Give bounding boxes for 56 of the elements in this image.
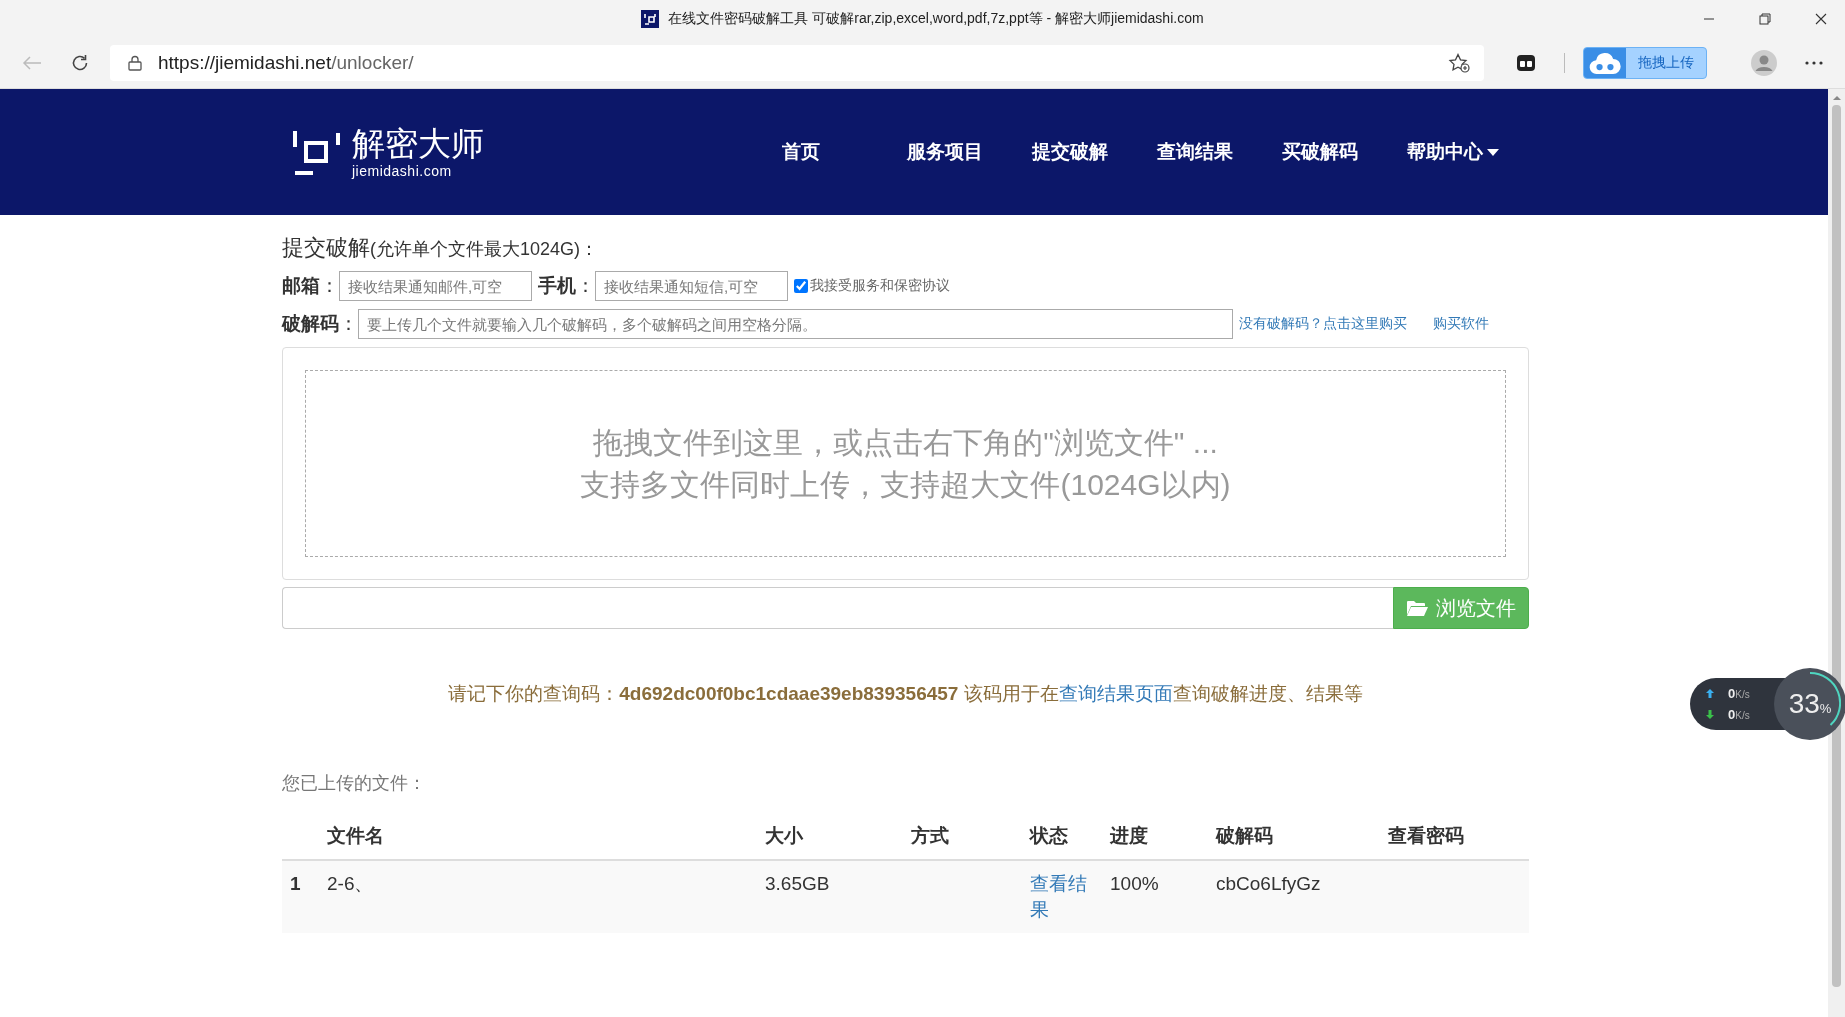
agreement-checkbox[interactable] xyxy=(794,279,808,293)
cloud-icon xyxy=(1584,48,1626,78)
close-icon[interactable] xyxy=(1815,13,1827,25)
nav-link[interactable]: 查询结果 xyxy=(1157,139,1282,165)
up-arrow-icon xyxy=(1706,689,1714,698)
email-field[interactable]: 接收结果通知邮件,可空 xyxy=(339,271,532,301)
query-code-notice: 请记下你的查询码：4d692dc00f0bc1cdaae39eb839356457 该码用于在查询结果页面查询破解进度、结果等 xyxy=(447,682,1364,706)
star-add-icon[interactable] xyxy=(1448,53,1470,73)
nav-link[interactable]: 服务项目 xyxy=(907,139,1032,165)
field-label: 手机： xyxy=(538,274,595,298)
form-title-note: (允许单个文件最大1024G)： xyxy=(370,239,599,259)
nav-link[interactable]: 首页 xyxy=(782,139,907,165)
nav-link[interactable]: 帮助中心 xyxy=(1407,139,1532,165)
nav-link[interactable]: 提交破解 xyxy=(1032,139,1157,165)
crack-code-field[interactable]: 要上传几个文件就要输入几个破解码，多个破解码之间用空格分隔。 xyxy=(358,309,1233,339)
site-favicon xyxy=(641,10,660,28)
row-number: 1 xyxy=(290,873,301,894)
table-cell: cbCo6LfyGz xyxy=(1216,873,1321,894)
table-cell: 3.65GB xyxy=(765,873,830,894)
agreement-label: 我接受服务和保密协议 xyxy=(810,277,950,295)
speed-reading: 0K/s xyxy=(1728,686,1750,701)
lock-icon xyxy=(128,55,142,71)
down-arrow-icon xyxy=(1706,710,1714,719)
nav-link[interactable]: 买破解码 xyxy=(1282,139,1407,165)
url-text: https://jiemidashi.net/unlocker/ xyxy=(158,52,414,74)
form-title: 提交破解 xyxy=(282,235,370,260)
drop-hint: 拖拽文件到这里，或点击右下角的"浏览文件" ... xyxy=(593,424,1218,461)
phone-field[interactable]: 接收结果通知短信,可空 xyxy=(595,271,788,301)
field-label: 破解码： xyxy=(282,312,358,336)
speed-widget[interactable]: 0K/s 0K/s 33% xyxy=(1690,668,1845,740)
logo-domain: jiemidashi.com xyxy=(352,163,453,179)
speed-reading: 0K/s xyxy=(1728,707,1750,722)
logo-icon xyxy=(292,129,342,175)
table-cell: 100% xyxy=(1110,873,1159,894)
folder-icon xyxy=(1406,599,1428,617)
extension-icon[interactable] xyxy=(1516,53,1536,73)
logo-name: 解密大师 xyxy=(352,125,484,163)
upload-extension-button[interactable]: 拖拽上传 xyxy=(1583,47,1707,79)
avatar-icon[interactable] xyxy=(1751,50,1777,76)
view-result-link[interactable]: 查看结果 xyxy=(1030,871,1094,923)
uploads-title: 您已上传的文件： xyxy=(282,772,427,795)
more-icon[interactable] xyxy=(1805,61,1823,65)
table-cell: 2-6、 xyxy=(327,873,374,894)
scrollbar-thumb[interactable] xyxy=(1832,105,1841,987)
file-path-field[interactable] xyxy=(282,587,1393,629)
restore-icon[interactable] xyxy=(1759,13,1771,25)
window-title: 在线文件密码破解工具 可破解rar,zip,excel,word,pdf,7z,ppt等 - 解密大师jiemidashi.com xyxy=(668,10,1204,28)
buy-link[interactable]: 购买软件 xyxy=(1433,315,1489,333)
buy-link[interactable]: 没有破解码？点击这里购买 xyxy=(1239,315,1407,333)
scroll-up-icon[interactable] xyxy=(1831,95,1842,101)
refresh-icon[interactable] xyxy=(70,53,90,73)
address-bar[interactable]: https://jiemidashi.net/unlocker/ xyxy=(110,45,1484,81)
drop-hint: 支持多文件同时上传，支持超大文件(1024G以内) xyxy=(580,466,1231,503)
query-results-link[interactable]: 查询结果页面 xyxy=(1058,683,1173,704)
percent-reading: 33% xyxy=(1788,688,1832,720)
field-label: 邮箱： xyxy=(282,274,339,298)
